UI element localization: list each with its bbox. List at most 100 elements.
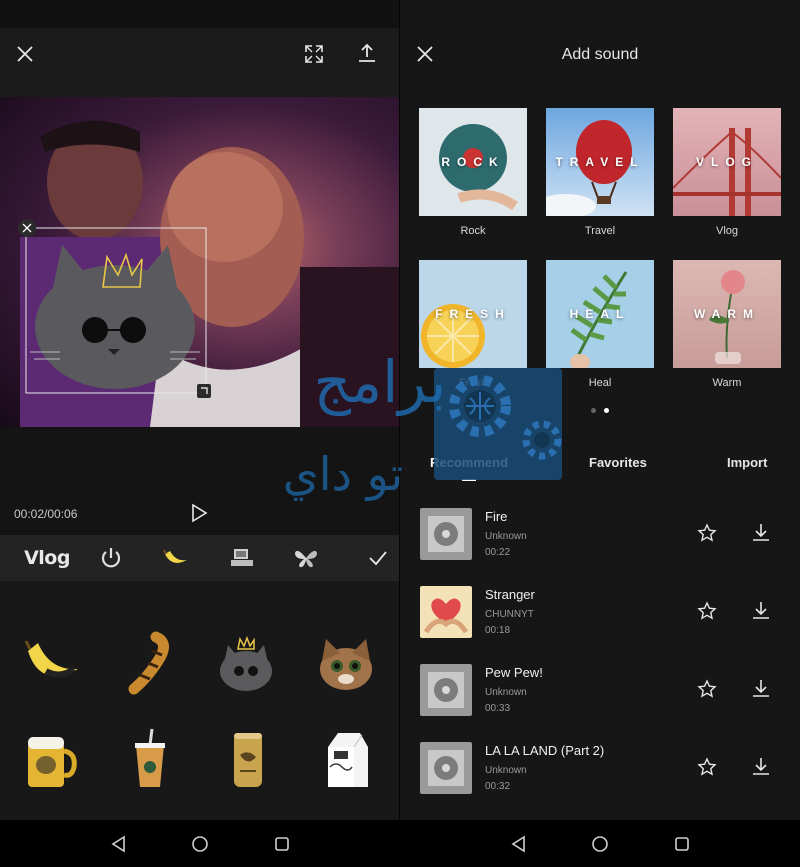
- tab-banana[interactable]: [160, 543, 192, 573]
- pager-dot[interactable]: [591, 408, 596, 413]
- category-warm[interactable]: WARM Warm: [673, 260, 781, 389]
- category-vlog[interactable]: VLOG Vlog: [673, 108, 781, 237]
- download-button[interactable]: [751, 678, 771, 698]
- category-warm-label: Warm: [712, 377, 742, 389]
- vinyl-thumbnail-image: [420, 508, 472, 560]
- system-nav-bar: [0, 820, 800, 867]
- video-frame-image: [18, 120, 400, 427]
- play-button[interactable]: [190, 503, 208, 528]
- back-triangle-icon: [111, 835, 125, 853]
- iced-drink-sticker-image: [135, 728, 165, 787]
- download-button[interactable]: [751, 600, 771, 620]
- back-triangle-icon: [511, 835, 525, 853]
- category-heal-label: Heal: [588, 377, 612, 389]
- pager-dot-active[interactable]: [604, 408, 609, 413]
- tab-recommend[interactable]: Recommend: [430, 455, 508, 470]
- category-heal-overlay: HEAL: [569, 307, 631, 321]
- song-title: Stranger: [485, 587, 535, 602]
- song-title: Pew Pew!: [485, 665, 543, 680]
- tab-import[interactable]: Import: [727, 455, 767, 470]
- favorite-button[interactable]: [697, 679, 717, 699]
- home-circle-icon: [192, 836, 208, 852]
- category-vlog-overlay: VLOG: [695, 155, 758, 169]
- close-editor-button[interactable]: [14, 43, 36, 65]
- banana-icon: [163, 549, 187, 563]
- category-vlog-tile: VLOG: [673, 108, 781, 216]
- song-title: Fire: [485, 509, 508, 524]
- song-thumbnail: [420, 508, 472, 560]
- download-icon: [753, 602, 769, 619]
- checkmark-icon: [369, 551, 387, 566]
- timecode: 00:02/00:06: [14, 507, 78, 521]
- category-rock[interactable]: ROCK Rock: [419, 108, 527, 237]
- nav-home-button[interactable]: [591, 835, 609, 853]
- recents-square-icon: [275, 837, 289, 851]
- category-warm-tile: WARM: [673, 260, 781, 368]
- home-circle-icon: [592, 836, 608, 852]
- nav-home-button[interactable]: [191, 835, 209, 853]
- category-rock-tile: ROCK: [419, 108, 527, 216]
- confirm-button[interactable]: [364, 543, 392, 573]
- song-item[interactable]: LA LA LAND (Part 2) Unknown 00:32: [400, 742, 800, 818]
- download-icon: [753, 758, 769, 775]
- status-bar: [0, 0, 400, 28]
- cat-face-sticker[interactable]: [314, 631, 378, 695]
- tab-favorites[interactable]: Favorites: [589, 455, 647, 470]
- beer-mug-sticker[interactable]: [18, 727, 82, 791]
- iced-drink-sticker[interactable]: [118, 727, 182, 791]
- favorite-button[interactable]: [697, 523, 717, 543]
- category-fresh[interactable]: FRESH Fresh: [419, 260, 527, 389]
- category-vlog-label: Vlog: [715, 225, 739, 237]
- download-button[interactable]: [751, 756, 771, 776]
- song-artist: Unknown: [485, 687, 527, 698]
- favorite-button[interactable]: [697, 601, 717, 621]
- banana-sticker[interactable]: [20, 631, 84, 695]
- tab-recommend-indicator: [462, 479, 476, 481]
- category-travel[interactable]: TRAVEL Travel: [546, 108, 654, 237]
- favorite-button[interactable]: [697, 757, 717, 777]
- category-heal[interactable]: HEAL Heal: [546, 260, 654, 389]
- page-title: Add sound: [561, 46, 639, 63]
- gold-can-sticker[interactable]: [216, 727, 280, 791]
- editor-top-bar: [0, 0, 400, 97]
- milk-carton-sticker[interactable]: [314, 727, 378, 791]
- heart-hands-thumbnail-image: [420, 586, 472, 638]
- nav-recents-button[interactable]: [673, 835, 691, 853]
- sticker-category-bar: Vlog: [0, 535, 400, 581]
- tab-vlog[interactable]: Vlog: [24, 543, 70, 573]
- nav-recents-button[interactable]: [273, 835, 291, 853]
- song-item[interactable]: Stranger CHUNNYT 00:18: [400, 586, 800, 662]
- vinyl-thumbnail-image: [420, 742, 472, 794]
- download-icon: [753, 524, 769, 541]
- download-icon: [753, 680, 769, 697]
- export-button[interactable]: [356, 42, 378, 64]
- nav-back-button[interactable]: [110, 835, 128, 853]
- song-item[interactable]: Fire Unknown 00:22: [400, 508, 800, 584]
- category-fresh-label: Fresh: [458, 377, 488, 389]
- download-button[interactable]: [751, 522, 771, 542]
- computer-icon: [231, 549, 253, 566]
- cat-crown-sticker[interactable]: [214, 631, 278, 695]
- nav-back-button[interactable]: [510, 835, 528, 853]
- song-item[interactable]: Pew Pew! Unknown 00:33: [400, 664, 800, 740]
- tiger-tail-sticker[interactable]: [118, 631, 182, 695]
- butterfly-icon: [295, 550, 317, 568]
- category-travel-tile: TRAVEL: [546, 108, 654, 216]
- timeline-bar: 00:02/00:06: [0, 427, 400, 535]
- beer-mug-sticker-image: [28, 737, 77, 787]
- star-icon: [697, 679, 717, 698]
- upload-icon: [359, 43, 375, 62]
- fullscreen-button[interactable]: [303, 43, 325, 65]
- song-title: LA LA LAND (Part 2): [485, 743, 605, 758]
- tab-computer[interactable]: [226, 543, 258, 573]
- song-duration: 00:32: [485, 781, 511, 792]
- cat-crown-sticker-image: [220, 635, 272, 691]
- video-preview[interactable]: [0, 97, 400, 427]
- tab-vlog-label: Vlog: [24, 547, 70, 569]
- tiger-tail-sticker-image: [128, 631, 169, 695]
- editor-panel: 00:02/00:06 Vlog: [0, 0, 400, 820]
- tab-butterfly[interactable]: [290, 543, 322, 573]
- banana-sticker-image: [24, 640, 78, 678]
- category-travel-label: Travel: [584, 225, 616, 237]
- tab-power[interactable]: [96, 543, 126, 573]
